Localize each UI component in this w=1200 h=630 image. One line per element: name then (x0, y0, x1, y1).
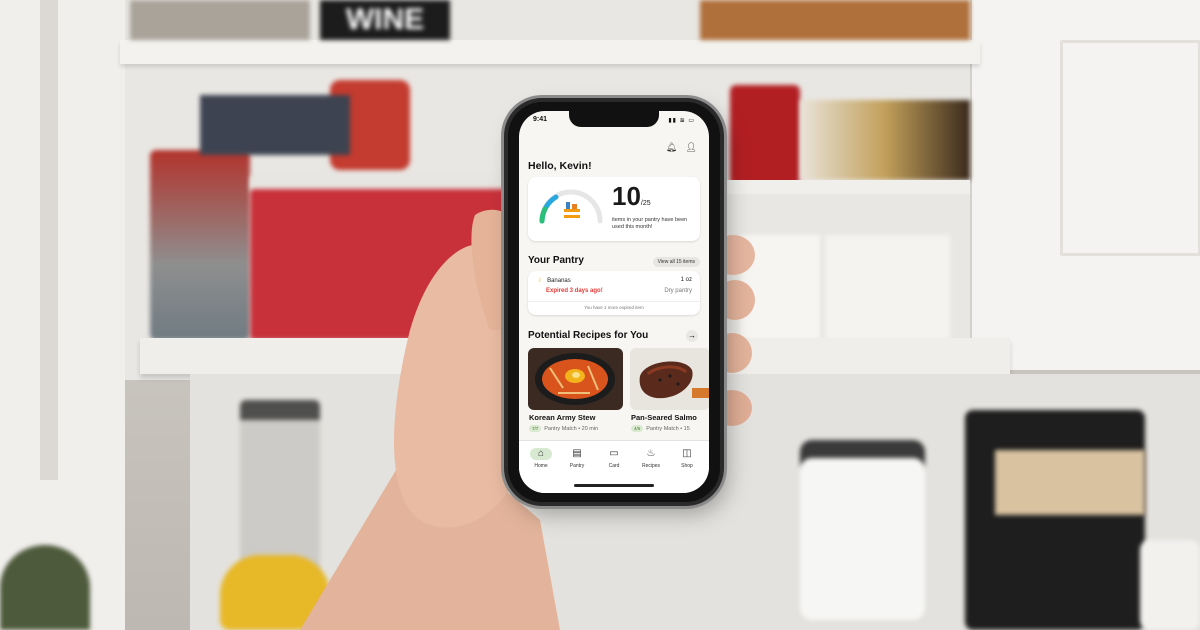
status-bar: 9:41 ▮▮ ≋ ▭ (533, 116, 695, 126)
status-time: 9:41 (533, 116, 548, 123)
tab-card-label: Card (608, 463, 620, 469)
tab-recipes[interactable]: ♨ Recipes (634, 448, 668, 469)
expired-items-footer[interactable]: You have 1 more expired item (528, 305, 700, 310)
tab-pantry[interactable]: ▤ Pantry (560, 448, 594, 469)
used-count-value: 10 (612, 181, 641, 211)
tab-home-label: Home (534, 463, 548, 469)
recipes-icon: ♨ (646, 448, 656, 459)
greeting: Hello, Kevin! (528, 160, 592, 172)
pantry-shelf-icon (564, 209, 580, 212)
recipe-meta-text-2: Pantry Match • 15 (646, 426, 690, 432)
smartphone: 9:41 ▮▮ ≋ ▭ 🔔︎ 👤︎ Hello, Kevin! 10/25 it… (508, 102, 720, 502)
your-pantry-title: Your Pantry (528, 255, 584, 266)
recipe-meta-1: 7/7 Pantry Match • 20 min (529, 425, 598, 432)
recipes-arrow-button[interactable]: → (686, 330, 698, 342)
pantry-icon: ▤ (572, 448, 582, 459)
recipes-title: Potential Recipes for You (528, 330, 649, 341)
header-icons: 🔔︎ 👤︎ (666, 142, 697, 153)
recipe-match-badge-1: 7/7 (529, 425, 542, 432)
tab-home[interactable]: ⌂ Home (524, 448, 558, 469)
home-indicator (574, 484, 654, 487)
tab-shop[interactable]: ◫ Shop (670, 448, 704, 469)
bottom-tab-bar: ⌂ Home ▤ Pantry ▭ Card ♨ Recipes ◫ Shop (519, 440, 709, 493)
pantry-background-scene: WINE 9:41 ▮▮ ≋ ▭ � (0, 0, 1200, 630)
pantry-item-status-row: Expired 3 days ago! Dry pantry (536, 288, 692, 294)
user-icon[interactable]: 👤︎ (686, 142, 697, 152)
used-count-total: /25 (640, 200, 651, 207)
usage-gauge (539, 189, 603, 224)
finger-2 (715, 280, 755, 320)
recipe-card-korean-army-stew[interactable] (528, 348, 623, 410)
recipe-meta-text-1: Pantry Match • 20 min (544, 426, 599, 432)
used-count: 10/25 (612, 181, 651, 212)
tab-pantry-label: Pantry (569, 463, 585, 469)
banana-icon: ☽ (536, 278, 542, 284)
pantry-item-row: ☽ Bananas 1 oz (536, 277, 692, 284)
usage-description: items in your pantry have been used this… (612, 217, 688, 230)
pantry-item-location: Dry pantry (664, 288, 692, 294)
pantry-item-card[interactable]: ☽ Bananas 1 oz Expired 3 days ago! Dry p… (528, 271, 700, 315)
pantry-card-divider (528, 301, 700, 302)
gauge-progress-tip (539, 206, 548, 224)
recipe-match-badge-2: 4/6 (631, 425, 644, 432)
pantry-usage-card[interactable]: 10/25 items in your pantry have been use… (528, 177, 700, 241)
pan-seared-salmon-photo (630, 348, 709, 410)
recipe-card-pan-seared-salmon[interactable] (630, 348, 709, 410)
pantry-item-name: Bananas (547, 278, 571, 284)
shop-icon: ◫ (682, 448, 692, 459)
tab-shop-label: Shop (681, 463, 693, 469)
tab-card[interactable]: ▭ Card (597, 448, 631, 469)
card-icon: ▭ (609, 448, 619, 459)
status-icons: ▮▮ ≋ ▭ (668, 118, 695, 124)
phone-screen: 9:41 ▮▮ ≋ ▭ 🔔︎ 👤︎ Hello, Kevin! 10/25 it… (519, 111, 709, 493)
bell-icon[interactable]: 🔔︎ (666, 142, 677, 152)
view-all-items-button[interactable]: View all 15 items (652, 257, 700, 267)
home-icon: ⌂ (530, 448, 552, 460)
recipe-meta-2: 4/6 Pantry Match • 15 (631, 425, 690, 432)
expired-status: Expired 3 days ago! (546, 288, 603, 294)
pantry-item-quantity: 1 oz (680, 277, 692, 283)
korean-army-stew-photo (528, 348, 623, 410)
tab-recipes-label: Recipes (641, 463, 661, 469)
recipe-title-2[interactable]: Pan-Seared Salmo (631, 413, 697, 422)
recipe-title-1[interactable]: Korean Army Stew (529, 413, 595, 422)
